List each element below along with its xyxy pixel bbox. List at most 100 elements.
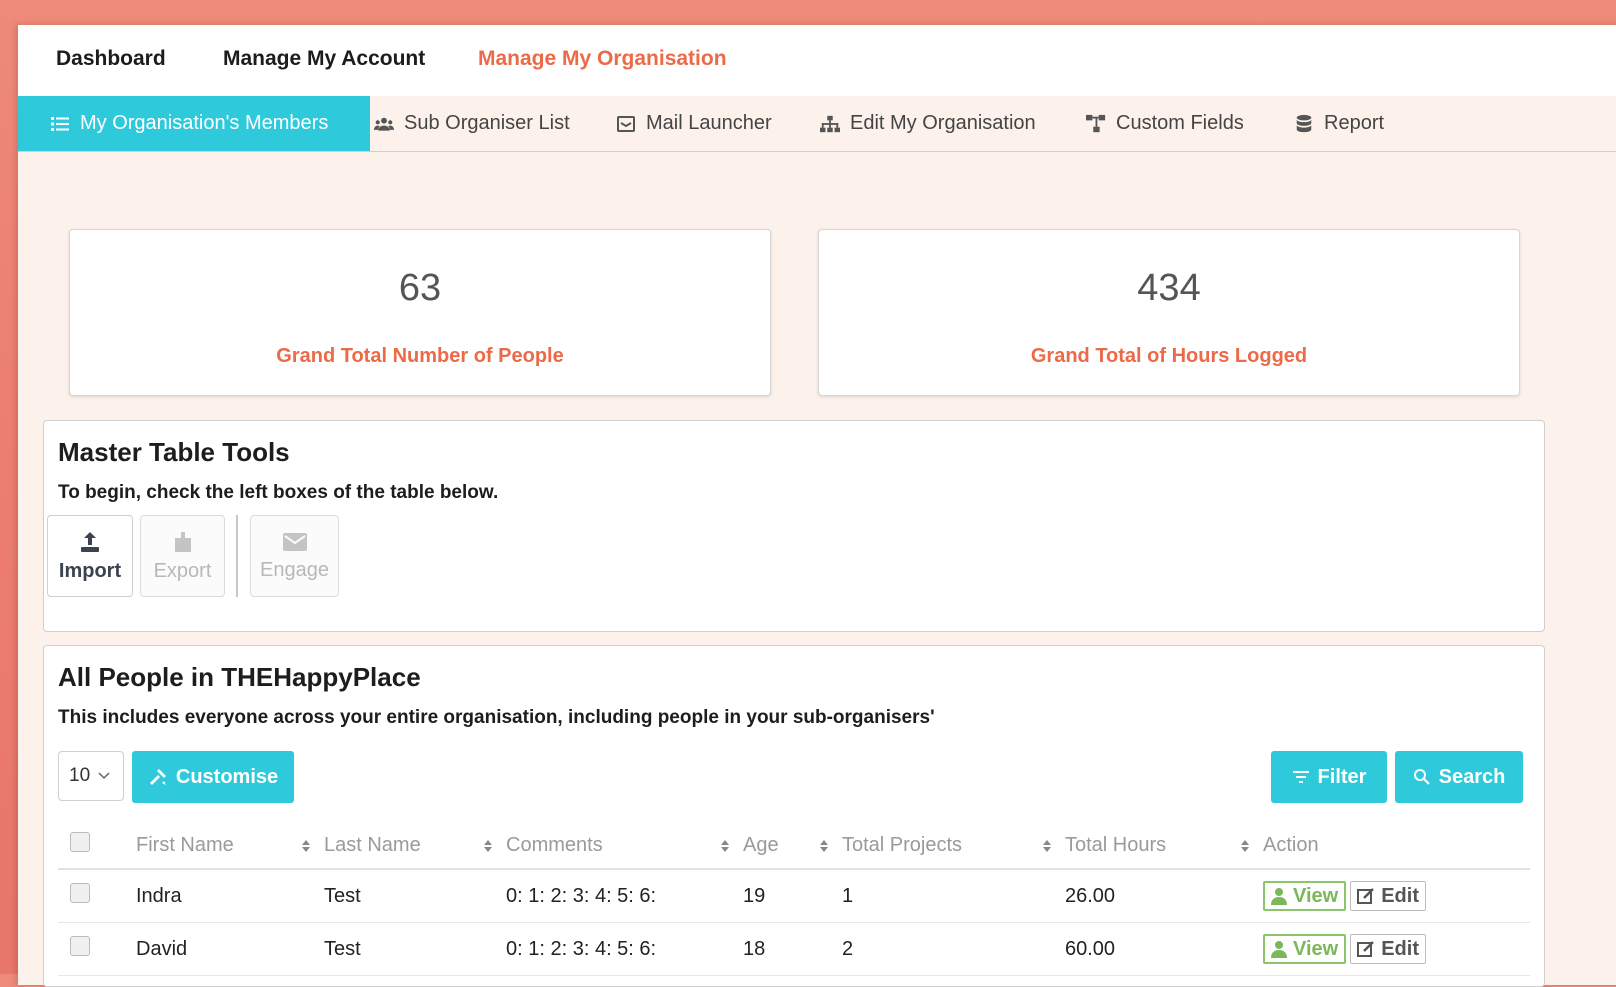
total-hours-cell: 60.00: [1065, 922, 1263, 976]
total-projects-cell: 1: [842, 869, 1065, 923]
row-select-cell: [58, 869, 136, 923]
nav-manage-my-account[interactable]: Manage My Account: [223, 47, 425, 71]
sort-icon: [302, 840, 310, 852]
tab-edit-my-organisation-label: Edit My Organisation: [850, 112, 1036, 134]
page-size-select[interactable]: 10: [58, 751, 124, 801]
tab-members[interactable]: My Organisation's Members: [18, 96, 370, 151]
column-header-total-projects[interactable]: Total Projects: [842, 822, 1065, 870]
column-header-action: Action: [1263, 822, 1530, 870]
view-label: View: [1293, 937, 1339, 960]
stat-people-value: 63: [398, 267, 442, 309]
tab-custom-fields-label: Custom Fields: [1116, 112, 1244, 134]
column-label: Total Hours: [1065, 833, 1167, 856]
mail-icon: [617, 115, 635, 132]
last-name-cell: Test: [324, 869, 506, 923]
export-button[interactable]: Export: [140, 515, 225, 597]
first-name-cell: David: [136, 922, 324, 976]
column-label: Last Name: [324, 833, 421, 856]
customise-label: Customise: [175, 765, 279, 788]
user-icon: [1271, 941, 1287, 958]
view-button[interactable]: View: [1263, 934, 1347, 964]
last-name-cell: Test: [324, 922, 506, 976]
edit-button[interactable]: Edit: [1350, 934, 1426, 964]
tab-mail-launcher[interactable]: Mail Launcher: [616, 96, 772, 151]
nav-manage-my-organisation[interactable]: Manage My Organisation: [478, 47, 727, 71]
action-cell: View Edit: [1263, 922, 1530, 976]
tab-report-label: Report: [1324, 112, 1385, 134]
export-label: Export: [153, 559, 212, 582]
age-cell: 19: [743, 869, 842, 923]
engage-button[interactable]: Engage: [250, 515, 339, 597]
customise-button[interactable]: Customise: [132, 751, 294, 803]
column-header-comments[interactable]: Comments: [506, 822, 743, 870]
sort-icon: [484, 840, 492, 852]
custom-fields-icon: [1086, 114, 1106, 132]
filter-label: Filter: [1317, 765, 1367, 788]
top-nav: Dashboard Manage My Account Manage My Or…: [18, 25, 1616, 97]
tools-icon: [149, 769, 166, 785]
sort-icon: [721, 840, 729, 852]
table-row: David Test 0: 1: 2: 3: 4: 5: 6: 18 2 60.…: [58, 922, 1530, 976]
edit-icon: [1357, 941, 1375, 957]
column-header-last-name[interactable]: Last Name: [324, 822, 506, 870]
stat-card-hours: 434 Grand Total of Hours Logged: [818, 229, 1520, 396]
column-label: Comments: [506, 833, 603, 856]
stat-people-label: Grand Total Number of People: [276, 345, 564, 367]
first-name-cell: Indra: [136, 869, 324, 923]
table-row: Indra Test 0: 1: 2: 3: 4: 5: 6: 19 1 26.…: [58, 869, 1530, 923]
search-label: Search: [1438, 765, 1506, 788]
all-people-panel: All People in THEHappyPlace This include…: [43, 645, 1545, 987]
filter-button[interactable]: Filter: [1271, 751, 1387, 803]
nav-dashboard[interactable]: Dashboard: [56, 47, 166, 71]
column-header-total-hours[interactable]: Total Hours: [1065, 822, 1263, 870]
edit-icon: [1357, 888, 1375, 904]
tab-members-label: My Organisation's Members: [80, 112, 329, 134]
tab-edit-my-organisation[interactable]: Edit My Organisation: [820, 96, 1036, 151]
import-button[interactable]: Import: [47, 515, 133, 597]
page-size-value: 10: [69, 765, 91, 786]
tab-custom-fields[interactable]: Custom Fields: [1086, 96, 1244, 151]
column-label: Age: [743, 833, 779, 856]
edit-button[interactable]: Edit: [1350, 881, 1426, 911]
tab-report[interactable]: Report: [1294, 96, 1384, 151]
column-label: Total Projects: [842, 833, 963, 856]
edit-label: Edit: [1381, 937, 1419, 960]
column-header-age[interactable]: Age: [743, 822, 842, 870]
envelope-icon: [282, 532, 307, 551]
sitemap-icon: [820, 115, 840, 132]
engage-label: Engage: [260, 558, 329, 581]
row-checkbox[interactable]: [70, 883, 90, 903]
chevron-down-icon: [98, 772, 110, 780]
sort-icon: [1241, 840, 1249, 852]
tab-mail-launcher-label: Mail Launcher: [646, 112, 772, 134]
tab-sub-organiser-list[interactable]: Sub Organiser List: [374, 96, 570, 151]
column-header-first-name[interactable]: First Name: [136, 822, 324, 870]
total-projects-cell: 2: [842, 922, 1065, 976]
stat-card-people: 63 Grand Total Number of People: [69, 229, 771, 396]
filter-icon: [1292, 771, 1309, 783]
upload-icon: [81, 531, 99, 552]
search-button[interactable]: Search: [1395, 751, 1523, 803]
tools-title: Master Table Tools: [58, 437, 290, 467]
view-button[interactable]: View: [1263, 881, 1347, 911]
tools-description: To begin, check the left boxes of the ta…: [58, 482, 499, 503]
table-header-row: First Name Last Name Comments Age Total …: [58, 822, 1530, 870]
stat-hours-value: 434: [1137, 267, 1201, 309]
row-checkbox[interactable]: [70, 936, 90, 956]
select-all-checkbox[interactable]: [70, 832, 90, 852]
tools-separator: [236, 515, 238, 597]
sort-icon: [1043, 840, 1051, 852]
master-table-tools-panel: Master Table Tools To begin, check the l…: [43, 420, 1545, 632]
search-icon: [1413, 769, 1430, 785]
edit-label: Edit: [1381, 884, 1419, 907]
age-cell: 18: [743, 922, 842, 976]
user-icon: [1271, 888, 1287, 905]
app-window: Dashboard Manage My Account Manage My Or…: [18, 25, 1616, 987]
select-all-header: [58, 822, 136, 870]
total-hours-cell: 26.00: [1065, 869, 1263, 923]
column-label: Action: [1263, 833, 1319, 856]
row-select-cell: [58, 922, 136, 976]
sub-nav: My Organisation's Members Sub Organiser …: [18, 96, 1616, 152]
import-label: Import: [58, 559, 122, 582]
comments-cell: 0: 1: 2: 3: 4: 5: 6:: [506, 869, 743, 923]
